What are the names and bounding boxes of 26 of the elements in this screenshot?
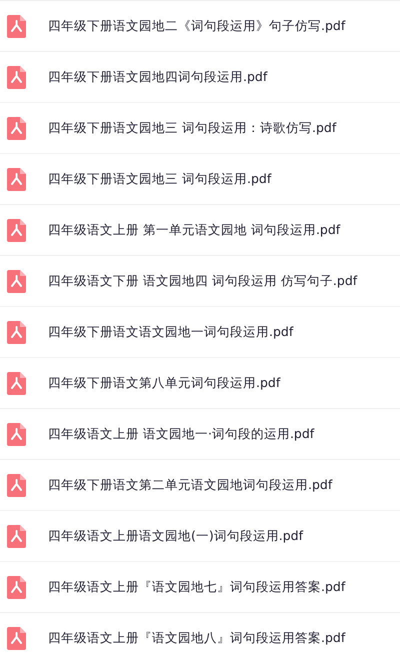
pdf-file-icon	[7, 14, 26, 38]
file-name[interactable]: 四年级下册语文语文园地一词句段运用.pdf	[48, 324, 294, 340]
file-name[interactable]: 四年级下册语文园地三 词句段运用：诗歌仿写.pdf	[48, 120, 336, 136]
file-name[interactable]: 四年级语文上册 第一单元语文园地 词句段运用.pdf	[48, 222, 340, 238]
file-name[interactable]: 四年级语文上册『语文园地八』词句段运用答案.pdf	[48, 630, 346, 646]
pdf-file-icon	[7, 422, 26, 446]
pdf-file-icon	[7, 66, 26, 88]
file-name[interactable]: 四年级下册语文园地三 词句段运用.pdf	[48, 170, 272, 188]
file-name[interactable]: 四年级语文下册 语文园地四 词句段运用 仿写句子.pdf	[48, 272, 358, 290]
pdf-file-icon	[7, 320, 26, 344]
pdf-file-icon	[7, 626, 26, 650]
file-name[interactable]: 四年级下册语文第八单元词句段运用.pdf	[48, 374, 280, 392]
pdf-file-icon	[7, 218, 26, 242]
file-name[interactable]: 四年级下册语文园地二《词句段运用》句子仿写.pdf	[48, 18, 346, 34]
pdf-file-icon	[7, 524, 26, 548]
file-name[interactable]: 四年级语文上册语文园地(一)词句段运用.pdf	[48, 528, 303, 544]
pdf-file-icon	[7, 270, 26, 292]
file-name[interactable]: 四年级语文上册『语文园地七』词句段运用答案.pdf	[48, 578, 346, 596]
pdf-file-icon	[7, 474, 26, 496]
pdf-file-icon	[7, 168, 26, 190]
file-name[interactable]: 四年级下册语文第二单元语文园地词句段运用.pdf	[48, 476, 332, 494]
pdf-file-icon	[7, 576, 26, 598]
pdf-file-icon	[7, 116, 26, 140]
pdf-file-icon	[7, 372, 26, 394]
file-name[interactable]: 四年级下册语文园地四词句段运用.pdf	[48, 68, 268, 86]
file-name[interactable]: 四年级语文上册 语文园地一·词句段的运用.pdf	[48, 426, 314, 442]
